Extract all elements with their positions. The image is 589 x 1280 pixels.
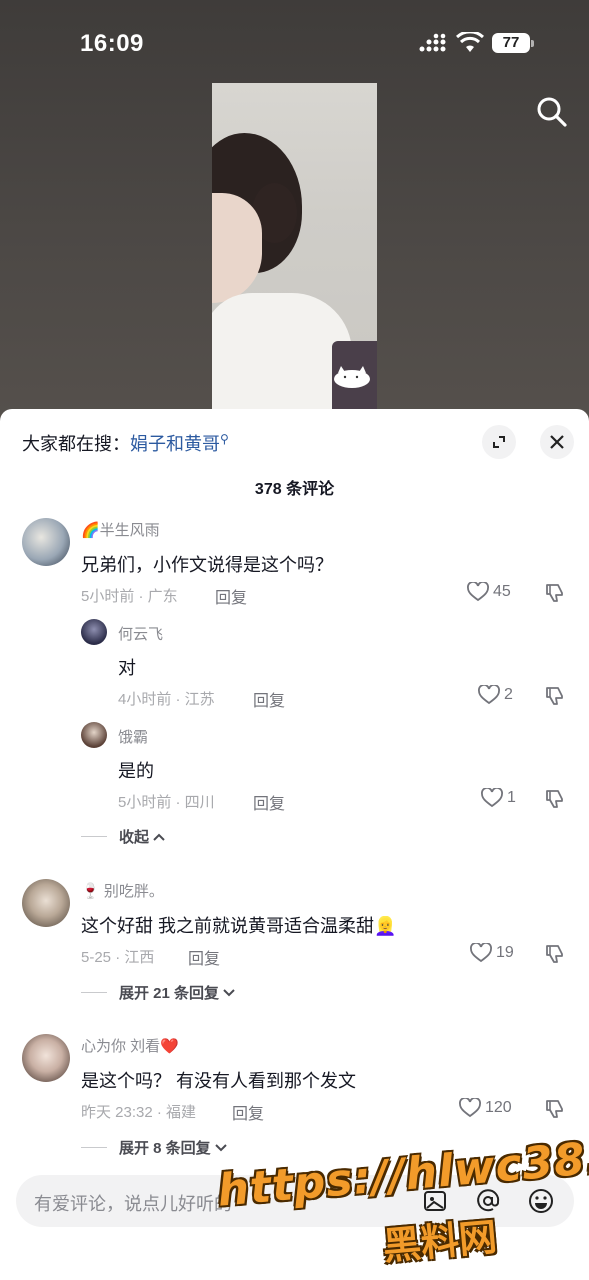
reply-button[interactable]: 回复 (253, 790, 285, 814)
like-button[interactable]: 19 (470, 943, 514, 963)
battery-level: 77 (492, 33, 530, 53)
hot-search-query[interactable]: 娟子和黄哥 (130, 434, 220, 454)
close-icon (550, 435, 564, 449)
reply-username[interactable]: 饿霸 (118, 726, 148, 747)
expand-replies-button[interactable]: 展开 21 条回复 (81, 982, 236, 1003)
collapse-label: 收起 (119, 829, 150, 846)
close-button[interactable] (540, 425, 574, 459)
chevron-down-icon (223, 988, 235, 996)
comment-text: 是这个吗？ 有没有人看到那个发文 (81, 1071, 356, 1091)
comment-username[interactable]: 心为你 刘看❤️ (81, 1035, 179, 1056)
dislike-icon[interactable] (544, 1098, 566, 1120)
wifi-icon (456, 32, 484, 52)
like-count: 1 (507, 789, 516, 806)
cat-sticker-icon (334, 366, 370, 388)
comment-meta: 5-25 · 江西 (81, 949, 155, 966)
like-count: 120 (485, 1099, 512, 1116)
avatar[interactable] (81, 722, 107, 748)
reply-text: 对 (118, 658, 136, 678)
reply-button[interactable]: 回复 (188, 945, 220, 969)
comment-count: 378 条评论 (254, 481, 335, 498)
heart-icon (470, 943, 492, 963)
avatar[interactable] (22, 879, 70, 927)
expand-button[interactable] (482, 425, 516, 459)
reply-button[interactable]: 回复 (215, 584, 247, 608)
chevron-up-icon (153, 833, 165, 841)
reply-username[interactable]: 何云飞 (118, 623, 163, 644)
sheet-header: 大家都在搜：娟子和黄哥⚲ (0, 409, 589, 469)
comment-username[interactable]: 🍷 别吃胖。 (81, 880, 164, 901)
battery-icon: 77 (492, 33, 534, 53)
video-frame (212, 83, 377, 413)
like-button[interactable]: 2 (478, 685, 513, 705)
dislike-icon[interactable] (544, 685, 566, 707)
hot-search-label: 大家都在搜： (22, 434, 130, 454)
comment-meta: 昨天 23:32 · 福建 (81, 1104, 197, 1121)
dislike-icon[interactable] (544, 582, 566, 604)
chevron-down-icon (214, 1143, 227, 1151)
expand-label: 展开 21 条回复 (119, 985, 220, 1002)
search-icon[interactable] (534, 94, 570, 130)
reply-meta: 4小时前 · 江苏 (118, 691, 215, 708)
reply-meta: 5小时前 · 四川 (118, 794, 215, 811)
reply-button[interactable]: 回复 (232, 1100, 264, 1124)
reply-text: 是的 (118, 761, 154, 781)
expand-replies-button[interactable]: 展开 8 条回复 (81, 1137, 228, 1158)
signal-icon (419, 33, 446, 52)
expand-label: 展开 8 条回复 (119, 1140, 211, 1157)
comment-text: 这个好甜 我之前就说黄哥适合温柔甜👱‍♀️ (81, 916, 397, 936)
heart-icon (459, 1098, 481, 1118)
like-count: 19 (496, 944, 514, 961)
like-count: 45 (493, 583, 511, 600)
like-button[interactable]: 45 (467, 582, 511, 602)
expand-icon (493, 436, 505, 448)
avatar[interactable] (81, 619, 107, 645)
like-button[interactable]: 120 (459, 1098, 512, 1118)
avatar[interactable] (22, 518, 70, 566)
avatar[interactable] (22, 1034, 70, 1082)
reply-button[interactable]: 回复 (253, 687, 285, 711)
like-count: 2 (504, 686, 513, 703)
watermark-text: 黑料网 (381, 1216, 499, 1269)
heart-icon (478, 685, 500, 705)
status-time: 16:09 (80, 30, 144, 57)
heart-icon (481, 788, 503, 808)
comment-input-placeholder: 有爱评论，说点儿好听的 (34, 1194, 232, 1214)
comment-meta: 5小时前 · 广东 (81, 588, 178, 605)
video-player[interactable]: 16:09 77 (0, 0, 589, 420)
comment-text: 兄弟们，小作文说得是这个吗？ (81, 555, 333, 575)
small-search-icon: ⚲ (220, 432, 229, 446)
heart-icon (467, 582, 489, 602)
hot-search-suggestion[interactable]: 大家都在搜：娟子和黄哥⚲ (22, 430, 229, 456)
dislike-icon[interactable] (544, 943, 566, 965)
dislike-icon[interactable] (544, 788, 566, 810)
like-button[interactable]: 1 (481, 788, 516, 808)
comment-username[interactable]: 🌈半生风雨 (81, 519, 160, 540)
status-bar: 16:09 77 (0, 0, 589, 88)
collapse-replies-button[interactable]: 收起 (81, 826, 166, 847)
